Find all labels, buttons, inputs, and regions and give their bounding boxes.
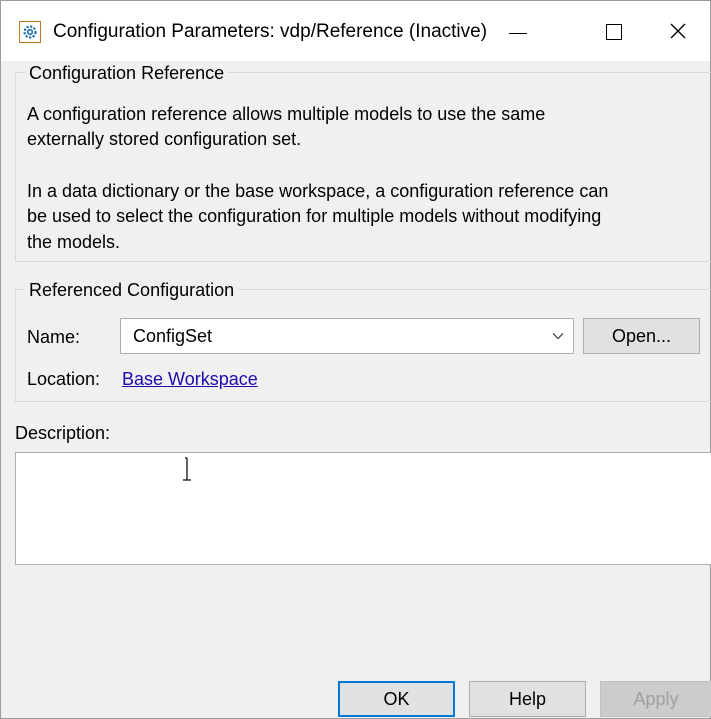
help-button[interactable]: Help <box>469 681 586 717</box>
minimize-icon <box>509 32 527 34</box>
description-line: A configuration reference allows multipl… <box>27 104 546 124</box>
title-bar[interactable]: Configuration Parameters: vdp/Reference … <box>1 1 710 61</box>
description-line: In a data dictionary or the base workspa… <box>27 181 609 201</box>
maximize-button[interactable] <box>582 1 646 61</box>
window-title: Configuration Parameters: vdp/Reference … <box>53 21 488 42</box>
config-name-value: ConfigSet <box>133 326 213 346</box>
description-line: externally stored configuration set. <box>27 129 302 149</box>
description-label: Description: <box>15 423 111 443</box>
close-icon <box>670 23 686 39</box>
dialog-window: Configuration Parameters: vdp/Reference … <box>0 0 711 719</box>
close-button[interactable] <box>646 1 710 61</box>
description-line: be used to select the configuration for … <box>27 206 602 226</box>
base-workspace-link[interactable]: Base Workspace <box>122 367 258 391</box>
name-label: Name: <box>27 327 81 347</box>
chevron-down-icon <box>552 333 564 340</box>
gear-icon <box>19 21 41 43</box>
config-name-dropdown[interactable]: ConfigSet <box>120 318 574 354</box>
description-line: the models. <box>27 232 121 252</box>
open-button[interactable]: Open... <box>583 318 700 354</box>
ok-button[interactable]: OK <box>338 681 455 717</box>
location-label: Location: <box>27 369 101 389</box>
maximize-icon <box>606 24 622 40</box>
text-cursor-icon <box>183 457 191 481</box>
description-textarea[interactable] <box>15 452 711 565</box>
apply-button[interactable]: Apply <box>600 681 711 717</box>
referenced-configuration-title: Referenced Configuration <box>25 278 239 302</box>
minimize-button[interactable] <box>486 1 550 61</box>
configuration-reference-title: Configuration Reference <box>25 61 229 85</box>
